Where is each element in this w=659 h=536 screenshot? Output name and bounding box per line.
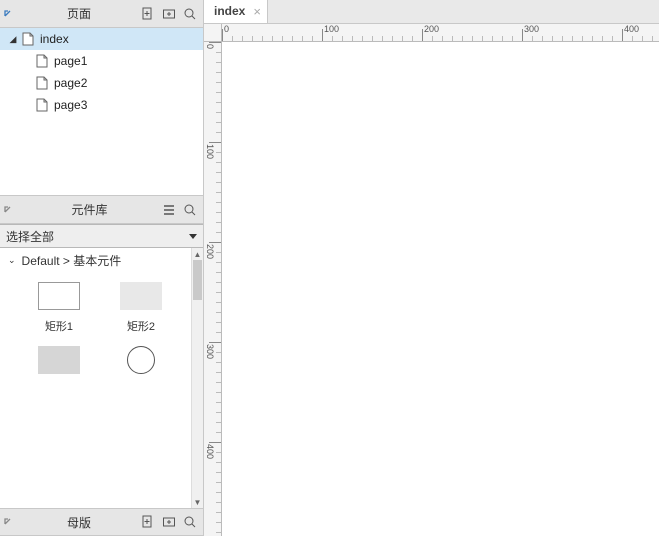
library-content: ⌄ Default > 基本元件 矩形1 矩形2 [0, 248, 203, 508]
shape-thumb-icon [38, 282, 80, 310]
tree-row-page1[interactable]: page1 [0, 50, 203, 72]
close-tab-icon[interactable]: × [253, 4, 261, 19]
shape-rect3[interactable] [18, 346, 100, 382]
tree-label: page1 [54, 54, 87, 68]
library-scrollbar[interactable]: ▲ ▼ [191, 248, 203, 508]
page-icon [36, 54, 48, 68]
library-panel-header: 元件库 [0, 196, 203, 224]
tree-row-index[interactable]: ◢ index [0, 28, 203, 50]
library-select[interactable]: 选择全部 [0, 224, 203, 248]
masters-panel-header: 母版 [0, 508, 203, 536]
shape-circle[interactable] [100, 346, 182, 382]
collapse-icon[interactable] [4, 7, 18, 21]
ruler-horizontal[interactable]: 0100200300400 [222, 24, 659, 42]
add-folder-icon[interactable] [160, 5, 178, 23]
tree-label: page3 [54, 98, 87, 112]
tree-label: index [40, 32, 69, 46]
tab-label: index [214, 4, 245, 18]
library-menu-icon[interactable] [160, 201, 178, 219]
pages-panel-title: 页面 [22, 5, 136, 22]
page-icon [36, 76, 48, 90]
expand-icon[interactable]: ◢ [8, 34, 18, 45]
library-select-label: 选择全部 [6, 228, 189, 245]
shape-rect2[interactable]: 矩形2 [100, 282, 182, 334]
add-master-folder-icon[interactable] [160, 513, 178, 531]
sidebar: 页面 ◢ index page1 page2 [0, 0, 204, 536]
shape-label: 矩形1 [45, 318, 73, 334]
tab-bar: index × [204, 0, 659, 24]
add-master-icon[interactable] [139, 513, 157, 531]
library-panel-title: 元件库 [22, 201, 157, 218]
page-icon [36, 98, 48, 112]
shape-thumb-icon [120, 282, 162, 310]
scrollbar-thumb[interactable] [193, 260, 202, 300]
tree-row-page3[interactable]: page3 [0, 94, 203, 116]
canvas-viewport[interactable] [222, 42, 659, 536]
page-icon [22, 32, 34, 46]
scroll-up-icon[interactable]: ▲ [192, 248, 203, 260]
search-pages-icon[interactable] [181, 5, 199, 23]
ruler-vertical[interactable]: 0100200300400 [204, 42, 222, 536]
tree-row-page2[interactable]: page2 [0, 72, 203, 94]
library-category[interactable]: ⌄ Default > 基本元件 [0, 248, 191, 272]
library-panel: 元件库 选择全部 ⌄ Default > 基本元件 [0, 196, 203, 508]
masters-panel-title: 母版 [22, 514, 136, 531]
dropdown-caret-icon [189, 234, 197, 239]
ruler-corner [204, 24, 222, 42]
pages-panel-header: 页面 [0, 0, 203, 28]
shape-label: 矩形2 [127, 318, 155, 334]
library-category-label: Default > 基本元件 [22, 252, 122, 269]
shape-thumb-icon [38, 346, 80, 374]
chevron-down-icon: ⌄ [8, 255, 16, 266]
shape-thumb-icon [120, 346, 162, 374]
tab-index[interactable]: index × [204, 0, 268, 23]
pages-tree: ◢ index page1 page2 page3 [0, 28, 203, 196]
add-page-icon[interactable] [139, 5, 157, 23]
canvas-area: index × 0100200300400 0100200300400 [204, 0, 659, 536]
search-masters-icon[interactable] [181, 513, 199, 531]
collapse-icon[interactable] [4, 203, 18, 217]
tree-label: page2 [54, 76, 87, 90]
shape-rect1[interactable]: 矩形1 [18, 282, 100, 334]
collapse-icon[interactable] [4, 515, 18, 529]
scroll-down-icon[interactable]: ▼ [192, 496, 203, 508]
search-library-icon[interactable] [181, 201, 199, 219]
